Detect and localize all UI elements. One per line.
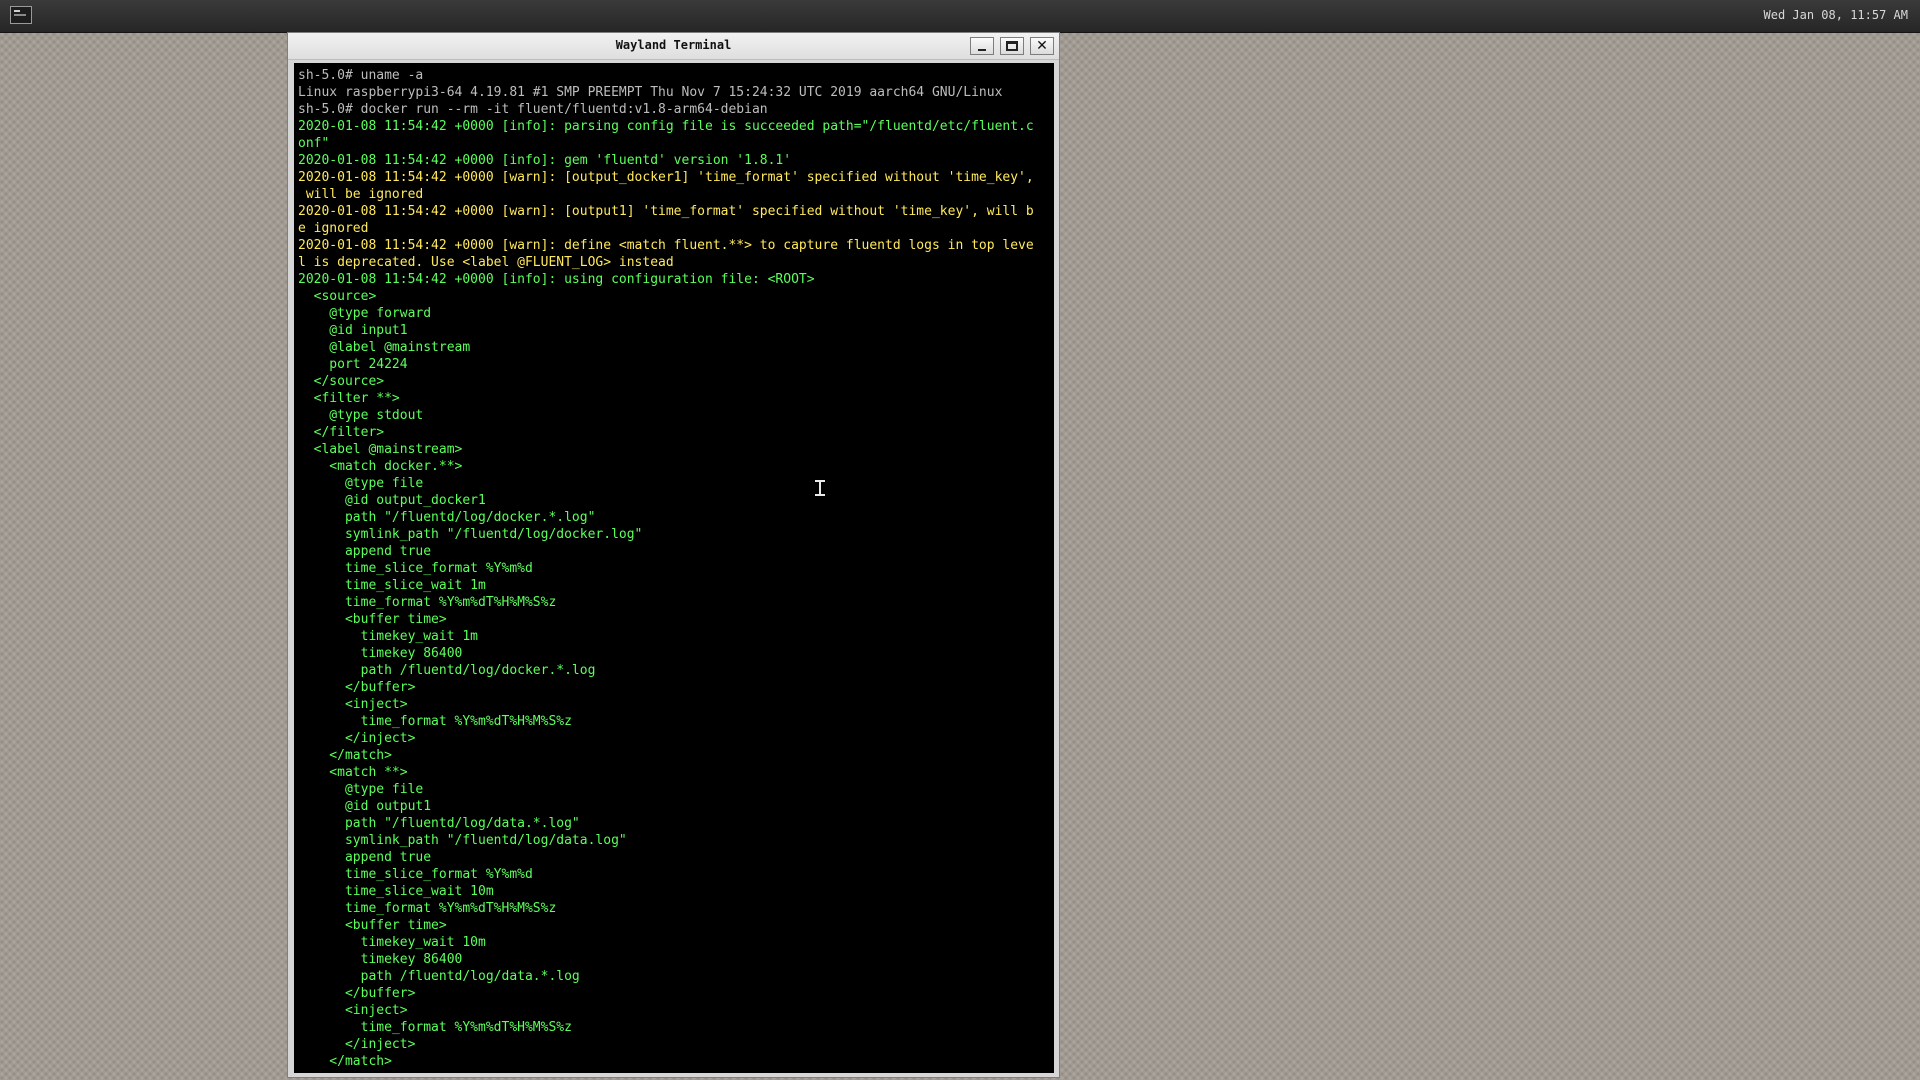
terminal-line: path "/fluentd/log/docker.*.log" [298, 510, 596, 525]
terminal-line: @type file [298, 476, 424, 491]
terminal-line: Linux raspberrypi3-64 4.19.81 #1 SMP PRE… [298, 85, 1003, 100]
terminal-line: </buffer> [298, 986, 416, 1001]
terminal-line: </filter> [298, 425, 385, 440]
terminal-line: @label @mainstream [298, 340, 471, 355]
terminal-line: </inject> [298, 1037, 416, 1052]
terminal-line: </buffer> [298, 680, 416, 695]
terminal-line: path "/fluentd/log/data.*.log" [298, 816, 580, 831]
terminal-line: <match **> [298, 765, 408, 780]
close-icon: ✕ [1036, 38, 1048, 54]
terminal-line: <match docker.**> [298, 459, 463, 474]
terminal-line: 2020-01-08 11:54:42 +0000 [info]: using … [298, 272, 815, 287]
terminal-icon[interactable] [10, 6, 32, 24]
terminal-line: @type stdout [298, 408, 424, 423]
terminal-line: symlink_path "/fluentd/log/data.log" [298, 833, 627, 848]
terminal-line: symlink_path "/fluentd/log/docker.log" [298, 527, 643, 542]
terminal-line: time_slice_wait 10m [298, 884, 494, 899]
terminal-line: 2020-01-08 11:54:42 +0000 [info]: parsin… [298, 119, 1034, 134]
terminal-line: 2020-01-08 11:54:42 +0000 [warn]: [outpu… [298, 170, 1034, 185]
maximize-icon [1006, 41, 1018, 51]
terminal-line: timekey 86400 [298, 952, 463, 967]
terminal-line: @id output1 [298, 799, 432, 814]
terminal-line: @type file [298, 782, 424, 797]
terminal-line: </match> [298, 1054, 392, 1069]
terminal-line: sh-5.0# uname -a [298, 68, 424, 83]
terminal-line: <buffer time> [298, 612, 447, 627]
terminal-line: time_format %Y%m%dT%H%M%S%z [298, 714, 572, 729]
terminal-line: port 24224 [298, 357, 408, 372]
terminal-line: timekey 86400 [298, 646, 463, 661]
terminal-window[interactable]: Wayland Terminal ✕ sh-5.0# uname -a Linux… [287, 32, 1060, 1078]
terminal-line: path /fluentd/log/data.*.log [298, 969, 580, 984]
window-title: Wayland Terminal [615, 38, 732, 52]
terminal-line: time_slice_format %Y%m%d [298, 561, 533, 576]
terminal-line: @type forward [298, 306, 432, 321]
terminal-line: time_format %Y%m%dT%H%M%S%z [298, 901, 557, 916]
terminal-line: <inject> [298, 1003, 408, 1018]
terminal-line: <buffer time> [298, 918, 447, 933]
minimize-button[interactable] [970, 37, 994, 55]
terminal-line: <label @mainstream> [298, 442, 463, 457]
top-panel: Wed Jan 08, 11:57 AM [0, 0, 1920, 33]
terminal-line: <inject> [298, 697, 408, 712]
terminal-line: 2020-01-08 11:54:42 +0000 [info]: gem 'f… [298, 153, 792, 168]
terminal-line: l is deprecated. Use <label @FLUENT_LOG>… [298, 255, 674, 270]
terminal-line: will be ignored [298, 187, 424, 202]
terminal-line: path /fluentd/log/docker.*.log [298, 663, 596, 678]
terminal-line: <source> [298, 289, 377, 304]
terminal-line: time_format %Y%m%dT%H%M%S%z [298, 595, 557, 610]
terminal-line: </inject> [298, 731, 416, 746]
terminal-line: time_slice_wait 1m [298, 578, 486, 593]
maximize-button[interactable] [1000, 37, 1024, 55]
terminal-line: e ignored [298, 221, 369, 236]
window-titlebar[interactable]: Wayland Terminal ✕ [288, 33, 1059, 60]
terminal-line: 2020-01-08 11:54:42 +0000 [warn]: define… [298, 238, 1034, 253]
terminal-line: time_slice_format %Y%m%d [298, 867, 533, 882]
minimize-icon [978, 49, 986, 51]
terminal-lines: sh-5.0# uname -a Linux raspberrypi3-64 4.… [298, 67, 1050, 1070]
terminal-line: time_format %Y%m%dT%H%M%S%z [298, 1020, 572, 1035]
terminal-line: timekey_wait 10m [298, 935, 486, 950]
terminal-line: @id output_docker1 [298, 493, 486, 508]
ibeam-cursor-icon [815, 480, 825, 496]
terminal-output[interactable]: sh-5.0# uname -a Linux raspberrypi3-64 4.… [294, 63, 1054, 1073]
terminal-line: </source> [298, 374, 385, 389]
terminal-line: @id input1 [298, 323, 408, 338]
panel-clock: Wed Jan 08, 11:57 AM [1763, 8, 1909, 22]
terminal-line: timekey_wait 1m [298, 629, 479, 644]
terminal-line: </match> [298, 748, 392, 763]
terminal-line: sh-5.0# docker run --rm -it fluent/fluen… [298, 102, 768, 117]
terminal-line: 2020-01-08 11:54:42 +0000 [warn]: [outpu… [298, 204, 1034, 219]
terminal-line: onf" [298, 136, 330, 151]
close-button[interactable]: ✕ [1030, 37, 1054, 55]
terminal-line: <filter **> [298, 391, 400, 406]
terminal-line: append true [298, 850, 432, 865]
terminal-line: append true [298, 544, 432, 559]
